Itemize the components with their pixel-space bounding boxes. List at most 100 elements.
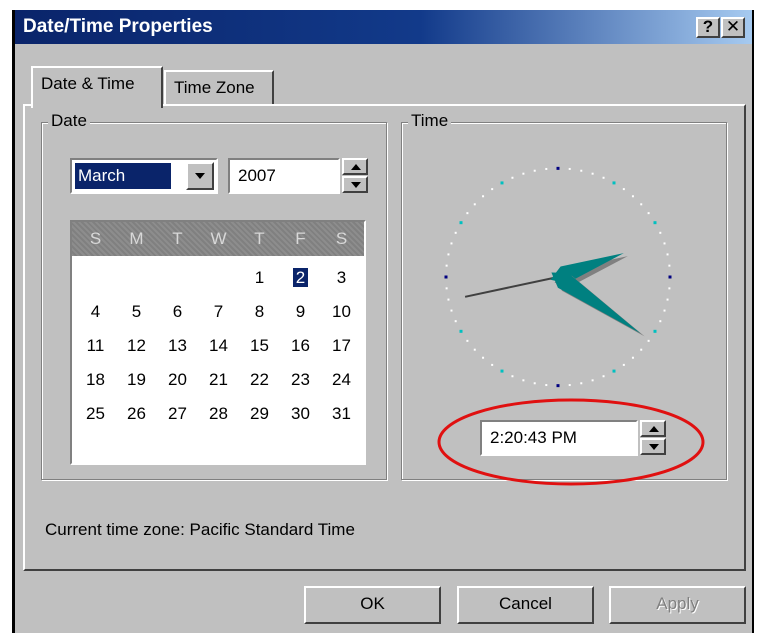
calendar-day[interactable]: 28 bbox=[198, 402, 239, 426]
year-spin-down-button[interactable] bbox=[342, 176, 368, 193]
calendar-day-name: S bbox=[335, 229, 348, 248]
clock-tick bbox=[445, 287, 448, 290]
calendar-day[interactable]: 2 bbox=[280, 266, 321, 290]
cancel-button[interactable]: Cancel bbox=[457, 586, 594, 624]
clock-tick bbox=[522, 172, 525, 175]
clock-tick bbox=[647, 339, 650, 342]
month-dropdown[interactable]: March bbox=[70, 158, 218, 194]
clock-tick bbox=[653, 329, 657, 333]
close-button[interactable]: ✕ bbox=[721, 17, 745, 38]
clock-tick bbox=[545, 167, 548, 170]
clock-tick bbox=[663, 309, 666, 312]
calendar-day[interactable]: 5 bbox=[116, 300, 157, 324]
clock-tick bbox=[602, 176, 605, 179]
year-field[interactable]: 2007 bbox=[228, 158, 340, 194]
calendar-day[interactable]: 24 bbox=[321, 368, 362, 392]
calendar-day[interactable]: 4 bbox=[75, 300, 116, 324]
apply-button[interactable]: Apply bbox=[609, 586, 746, 624]
calendar-day[interactable]: 22 bbox=[239, 368, 280, 392]
clock-tick bbox=[447, 253, 450, 256]
calendar-day[interactable]: 20 bbox=[157, 368, 198, 392]
clock-tick bbox=[459, 329, 463, 333]
calendar-day[interactable]: 13 bbox=[157, 334, 198, 358]
clock-tick bbox=[631, 356, 634, 359]
clock-tick bbox=[445, 264, 448, 267]
calendar-day[interactable]: 3 bbox=[321, 266, 362, 290]
clock-tick bbox=[666, 253, 669, 256]
year-value: 2007 bbox=[238, 166, 276, 185]
clock-tick bbox=[450, 309, 453, 312]
calendar-day[interactable]: 6 bbox=[157, 300, 198, 324]
calendar-day[interactable]: 9 bbox=[280, 300, 321, 324]
analog-clock bbox=[444, 166, 672, 388]
clock-tick bbox=[466, 212, 469, 215]
clock-tick bbox=[591, 379, 594, 382]
calendar-day-name: M bbox=[129, 229, 144, 248]
year-spin-up-button[interactable] bbox=[342, 158, 368, 175]
tab-date-time-label: Date & Time bbox=[41, 74, 135, 93]
clock-tick bbox=[533, 382, 536, 385]
month-dropdown-button[interactable] bbox=[186, 162, 214, 190]
arrow-down-icon bbox=[351, 182, 361, 188]
calendar-day[interactable]: 10 bbox=[321, 300, 362, 324]
clock-tick bbox=[666, 298, 669, 301]
calendar-day[interactable]: 11 bbox=[75, 334, 116, 358]
arrow-up-icon bbox=[351, 164, 361, 170]
clock-tick bbox=[511, 375, 514, 378]
clock-tick bbox=[482, 356, 485, 359]
calendar-day[interactable]: 27 bbox=[157, 402, 198, 426]
second-hand bbox=[464, 276, 559, 298]
calendar-day[interactable]: 16 bbox=[280, 334, 321, 358]
calendar-day[interactable]: 31 bbox=[321, 402, 362, 426]
calendar-day[interactable]: 14 bbox=[198, 334, 239, 358]
clock-tick bbox=[545, 384, 548, 387]
clock-tick bbox=[647, 212, 650, 215]
clock-tick bbox=[659, 320, 662, 323]
calendar-day[interactable]: 30 bbox=[280, 402, 321, 426]
calendar-day[interactable]: 12 bbox=[116, 334, 157, 358]
clock-tick bbox=[631, 195, 634, 198]
calendar-day[interactable]: 26 bbox=[116, 402, 157, 426]
clock-tick bbox=[640, 348, 643, 351]
ok-button[interactable]: OK bbox=[304, 586, 441, 624]
tab-time-zone-label: Time Zone bbox=[174, 78, 255, 97]
month-calendar[interactable]: S M T W T F S 1 2 3 4 5 6 7 8 9 10 11 12 13 14 15 16 17 18 19 20 21… bbox=[70, 220, 366, 465]
clock-tick bbox=[622, 363, 625, 366]
clock-tick bbox=[447, 298, 450, 301]
calendar-day-name: F bbox=[295, 229, 306, 248]
clock-tick bbox=[491, 188, 494, 191]
calendar-day[interactable]: 7 bbox=[198, 300, 239, 324]
calendar-day[interactable]: 15 bbox=[239, 334, 280, 358]
clock-tick bbox=[668, 275, 672, 279]
title-bar[interactable]: Date/Time Properties ? ✕ bbox=[15, 10, 752, 44]
help-button[interactable]: ? bbox=[696, 17, 720, 38]
clock-tick bbox=[491, 363, 494, 366]
calendar-day[interactable]: 17 bbox=[321, 334, 362, 358]
clock-tick bbox=[482, 195, 485, 198]
clock-tick bbox=[459, 221, 463, 225]
date-group-label: Date bbox=[48, 111, 90, 131]
calendar-day[interactable]: 23 bbox=[280, 368, 321, 392]
clock-tick bbox=[533, 169, 536, 172]
clock-tick bbox=[668, 287, 671, 290]
clock-tick bbox=[522, 379, 525, 382]
clock-tick bbox=[473, 348, 476, 351]
calendar-day[interactable]: 19 bbox=[116, 368, 157, 392]
calendar-day-name: T bbox=[254, 229, 265, 248]
clock-tick bbox=[473, 203, 476, 206]
clock-tick bbox=[454, 231, 457, 234]
clock-tick bbox=[612, 369, 616, 373]
calendar-day[interactable]: 21 bbox=[198, 368, 239, 392]
calendar-day[interactable]: 18 bbox=[75, 368, 116, 392]
calendar-day[interactable]: 1 bbox=[239, 266, 280, 290]
minute-hand bbox=[551, 272, 641, 334]
clock-tick bbox=[511, 176, 514, 179]
clock-tick bbox=[663, 242, 666, 245]
calendar-day[interactable]: 25 bbox=[75, 402, 116, 426]
tab-date-time[interactable]: Date & Time bbox=[31, 66, 163, 108]
month-value: March bbox=[75, 163, 171, 189]
calendar-day[interactable]: 8 bbox=[239, 300, 280, 324]
calendar-day[interactable]: 29 bbox=[239, 402, 280, 426]
tab-time-zone[interactable]: Time Zone bbox=[164, 70, 274, 106]
clock-tick bbox=[556, 166, 560, 170]
